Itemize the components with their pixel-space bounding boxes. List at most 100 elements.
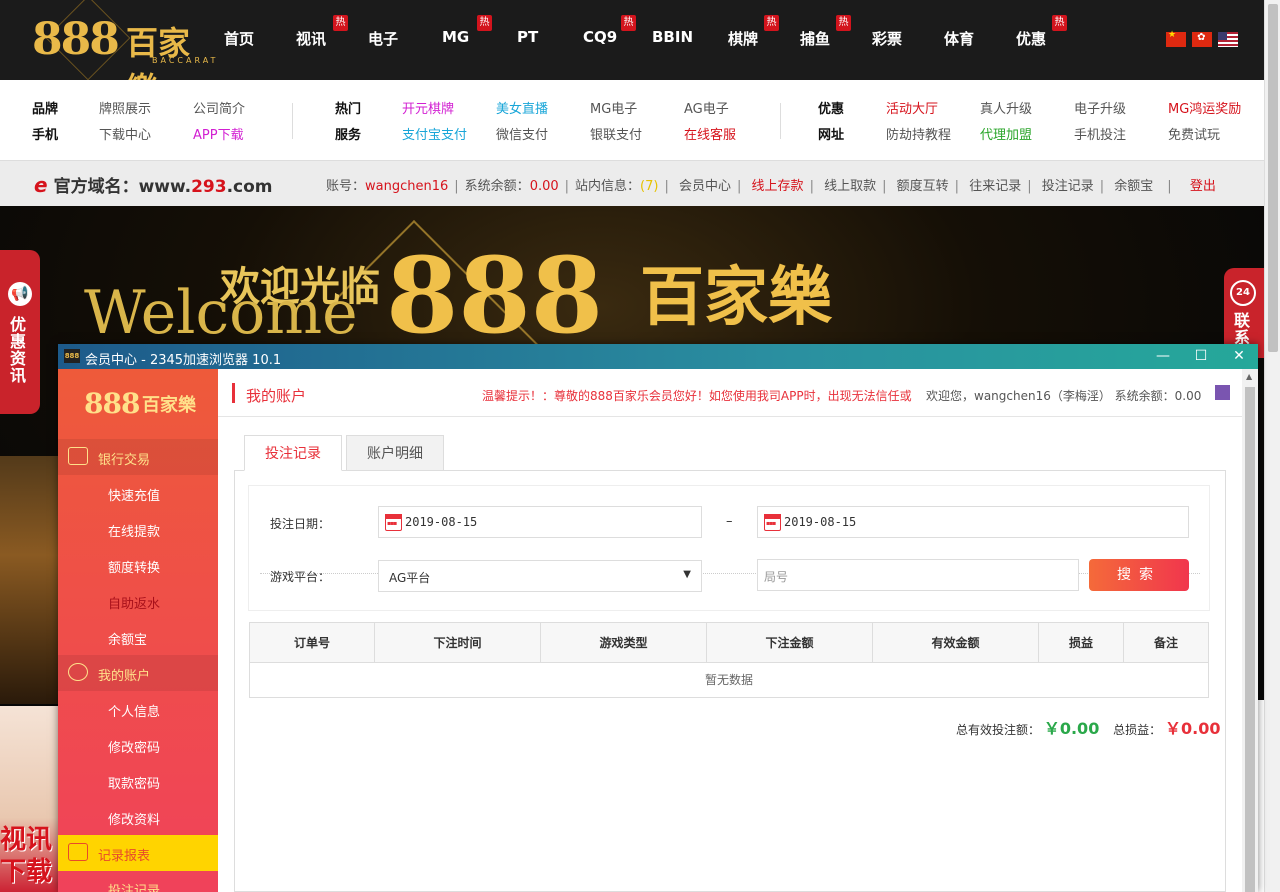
sublink-slot-upgrade[interactable]: 电子升级 (1074, 98, 1126, 117)
col-bet-time: 下注时间 (375, 623, 541, 663)
promo-info-float[interactable]: 📢 优惠资讯 (0, 250, 40, 414)
nav-home[interactable]: 首页 (224, 28, 254, 49)
sublink-download[interactable]: 下载中心 (99, 124, 151, 143)
nav-promo[interactable]: 优惠 (1016, 28, 1046, 49)
live-download-ad[interactable]: 视讯下载 (0, 706, 58, 892)
sublink-about[interactable]: 公司简介 (193, 98, 245, 117)
sublink-app[interactable]: APP下载 (193, 124, 244, 143)
sublink-heading: 服务 (335, 128, 362, 143)
menu-self-rebate[interactable]: 自助返水 (108, 593, 160, 612)
message-label: 站内信息： (575, 179, 641, 194)
link-bet-records[interactable]: 投注记录 (1042, 179, 1094, 194)
link-history[interactable]: 往来记录 (969, 179, 1021, 194)
us-flag-icon[interactable] (1218, 32, 1239, 47)
menu-yuebao[interactable]: 余额宝 (108, 629, 147, 648)
round-number-input[interactable]: 局号 (757, 559, 1079, 591)
window-scrollbar[interactable]: ▲ (1242, 369, 1258, 892)
sublink-heading: 优惠 (818, 102, 845, 117)
hk-flag-icon[interactable] (1192, 32, 1213, 47)
member-center-window: 888 会员中心 - 2345加速浏览器 10.1 — ☐ ✕ 888 百家樂 … (58, 344, 1258, 892)
platform-label: 游戏平台： (270, 570, 331, 584)
menu-section-banking[interactable]: 银行交易 (58, 439, 218, 475)
date-label: 投注日期： (270, 517, 331, 531)
platform-select[interactable]: AG平台 ▼ (378, 560, 702, 592)
sublink-heading: 热门 (335, 102, 362, 117)
report-icon (68, 843, 88, 861)
cn-flag-icon[interactable] (1166, 30, 1186, 47)
sublink-mobile-bet[interactable]: 手机投注 (1074, 124, 1126, 143)
scrollbar-thumb[interactable] (1268, 4, 1278, 352)
sublink-live-upgrade[interactable]: 真人升级 (980, 98, 1032, 117)
nav-lottery[interactable]: 彩票 (872, 28, 902, 49)
menu-personal-info[interactable]: 个人信息 (108, 701, 160, 720)
nav-live[interactable]: 视讯 (296, 28, 326, 49)
nav-fishing[interactable]: 捕鱼 (800, 28, 830, 49)
sublink-events[interactable]: 活动大厅 (886, 98, 938, 117)
menu-quick-recharge[interactable]: 快速充值 (108, 485, 160, 504)
col-profit: 损益 (1039, 623, 1124, 663)
sublink-kaiyuan[interactable]: 开元棋牌 (402, 98, 454, 117)
wallet-icon (68, 447, 88, 465)
menu-online-withdraw[interactable]: 在线提款 (108, 521, 160, 540)
close-button[interactable]: ✕ (1228, 346, 1250, 366)
logout-link[interactable]: 登出 (1190, 179, 1216, 194)
casino-building-image (0, 456, 58, 704)
window-titlebar[interactable]: 888 会员中心 - 2345加速浏览器 10.1 — ☐ ✕ (58, 344, 1258, 369)
nav-cq9[interactable]: CQ9 (583, 28, 617, 46)
col-bet-amount: 下注金额 (707, 623, 873, 663)
scroll-up-icon[interactable]: ▲ (1246, 372, 1252, 381)
link-withdraw[interactable]: 线上取款 (824, 179, 876, 194)
sublink-mg[interactable]: MG电子 (590, 98, 637, 117)
search-button[interactable]: 搜索 (1089, 559, 1189, 591)
message-count[interactable]: (7) (640, 179, 658, 194)
col-order-id: 订单号 (250, 623, 375, 663)
nav-sports[interactable]: 体育 (944, 28, 974, 49)
language-flags (1166, 30, 1240, 47)
tab-bet-records[interactable]: 投注记录 (244, 435, 342, 471)
nav-bbin[interactable]: BBIN (652, 28, 693, 46)
page-scrollbar[interactable] (1264, 0, 1280, 892)
side-logo-cn: 百家樂 (142, 395, 196, 416)
nav-pt[interactable]: PT (517, 28, 538, 46)
link-yuebao[interactable]: 余额宝 (1114, 179, 1153, 194)
date-from-input[interactable]: 2019-08-15 (378, 506, 702, 538)
sublink-license[interactable]: 牌照展示 (99, 98, 151, 117)
link-member-center[interactable]: 会员中心 (679, 179, 731, 194)
tab-account-details[interactable]: 账户明细 (346, 435, 444, 471)
empty-table-message: 暂无数据 (704, 673, 753, 687)
theme-color-swatch[interactable] (1215, 385, 1230, 400)
col-game-type: 游戏类型 (541, 623, 707, 663)
banner-baccarat-cn: 百家樂 (640, 260, 832, 335)
menu-section-account[interactable]: 我的账户 (58, 655, 218, 691)
sublink-agent[interactable]: 代理加盟 (980, 124, 1032, 143)
nav-chess[interactable]: 棋牌 (728, 28, 758, 49)
site-logo[interactable]: 888 百家樂 BACCARAT (28, 0, 218, 108)
sublink-alipay[interactable]: 支付宝支付 (402, 124, 467, 143)
ad-text: 视讯下载 (0, 825, 53, 887)
sublink-anti-hijack[interactable]: 防劫持教程 (886, 124, 951, 143)
sublink-ag[interactable]: AG电子 (684, 98, 729, 117)
member-content: 我的账户 温馨提示！：尊敬的888百家乐会员您好！如您使用我司APP时，出现无法… (218, 369, 1242, 892)
maximize-button[interactable]: ☐ (1190, 346, 1212, 366)
sublink-free-trial[interactable]: 免费试玩 (1168, 124, 1220, 143)
menu-section-reports[interactable]: 记录报表 (58, 835, 218, 871)
link-deposit[interactable]: 线上存款 (752, 179, 804, 194)
menu-change-password[interactable]: 修改密码 (108, 737, 160, 756)
date-to-input[interactable]: 2019-08-15 (757, 506, 1189, 538)
nav-electronic[interactable]: 电子 (368, 28, 398, 49)
domain-label: 官方域名：www. (53, 177, 192, 197)
scrollbar-thumb[interactable] (1245, 387, 1255, 892)
menu-credit-transfer[interactable]: 额度转换 (108, 557, 160, 576)
link-transfer[interactable]: 额度互转 (897, 179, 949, 194)
sublink-support[interactable]: 在线客服 (684, 124, 736, 143)
chevron-down-icon: ▼ (683, 569, 691, 580)
sublink-unionpay[interactable]: 银联支付 (590, 124, 642, 143)
menu-bet-records[interactable]: 投注记录 (108, 880, 160, 892)
menu-withdraw-password[interactable]: 取款密码 (108, 773, 160, 792)
nav-mg[interactable]: MG (442, 28, 469, 46)
menu-edit-profile[interactable]: 修改资料 (108, 809, 160, 828)
sublink-mg-reward[interactable]: MG鸿运奖励 (1168, 98, 1241, 117)
sublink-live-girls[interactable]: 美女直播 (496, 98, 548, 117)
sublink-wechat[interactable]: 微信支付 (496, 124, 548, 143)
minimize-button[interactable]: — (1152, 346, 1174, 366)
